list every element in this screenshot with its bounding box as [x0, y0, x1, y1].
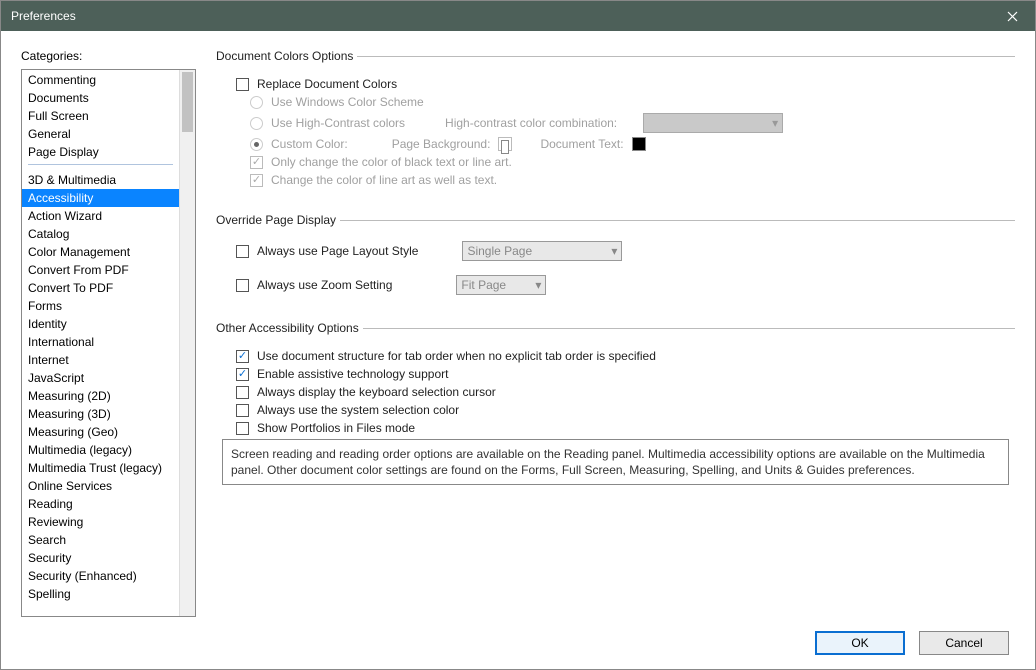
swatch-doc-text: [632, 137, 646, 151]
category-item[interactable]: 3D & Multimedia: [22, 171, 179, 189]
category-item[interactable]: Forms: [22, 297, 179, 315]
category-item[interactable]: Convert To PDF: [22, 279, 179, 297]
category-item[interactable]: Multimedia (legacy): [22, 441, 179, 459]
label-hc-combo: High-contrast color combination:: [445, 116, 617, 130]
category-item[interactable]: Catalog: [22, 225, 179, 243]
scrollbar[interactable]: [179, 70, 195, 616]
preferences-dialog: Preferences Categories: CommentingDocume…: [0, 0, 1036, 670]
category-item[interactable]: Commenting: [22, 71, 179, 89]
group-override-page-display: Override Page Display Always use Page La…: [216, 213, 1015, 305]
category-item[interactable]: Reading: [22, 495, 179, 513]
group-other-accessibility: Other Accessibility Options Use document…: [216, 321, 1015, 491]
label-tab-order: Use document structure for tab order whe…: [257, 349, 656, 363]
combo-page-layout-value: Single Page: [467, 244, 532, 258]
close-icon: [1007, 11, 1018, 22]
info-note: Screen reading and reading order options…: [222, 439, 1009, 485]
label-page-layout: Always use Page Layout Style: [257, 244, 418, 258]
dialog-footer: OK Cancel: [1, 617, 1035, 669]
chevron-down-icon: ▾: [772, 116, 778, 130]
label-sys-sel: Always use the system selection color: [257, 403, 459, 417]
label-assistive: Enable assistive technology support: [257, 367, 448, 381]
legend-document-colors: Document Colors Options: [216, 49, 357, 63]
label-custom-color: Custom Color:: [271, 137, 348, 151]
combo-high-contrast: ▾: [643, 113, 783, 133]
categories-label: Categories:: [21, 49, 196, 63]
radio-high-contrast: [250, 117, 263, 130]
category-item[interactable]: Security: [22, 549, 179, 567]
close-button[interactable]: [990, 1, 1035, 31]
category-item[interactable]: General: [22, 125, 179, 143]
swatch-page-bg: [498, 137, 512, 151]
checkbox-sys-sel[interactable]: [236, 404, 249, 417]
category-item[interactable]: Measuring (Geo): [22, 423, 179, 441]
combo-zoom[interactable]: Fit Page ▾: [456, 275, 546, 295]
cancel-button[interactable]: Cancel: [919, 631, 1009, 655]
category-item[interactable]: Online Services: [22, 477, 179, 495]
category-item[interactable]: Security (Enhanced): [22, 567, 179, 585]
titlebar: Preferences: [1, 1, 1035, 31]
category-item[interactable]: Identity: [22, 315, 179, 333]
label-only-black: Only change the color of black text or l…: [271, 155, 512, 169]
ok-button[interactable]: OK: [815, 631, 905, 655]
category-item[interactable]: Spelling: [22, 585, 179, 603]
category-item[interactable]: Convert From PDF: [22, 261, 179, 279]
category-separator: [28, 164, 173, 165]
category-item[interactable]: Reviewing: [22, 513, 179, 531]
chevron-down-icon: ▾: [535, 278, 541, 292]
category-item[interactable]: Search: [22, 531, 179, 549]
checkbox-kb-cursor[interactable]: [236, 386, 249, 399]
categories-listbox[interactable]: CommentingDocumentsFull ScreenGeneralPag…: [21, 69, 196, 617]
label-page-bg: Page Background:: [392, 137, 491, 151]
label-replace-colors: Replace Document Colors: [257, 77, 397, 91]
swatch-page-bg-inner: [501, 140, 509, 154]
radio-custom-color: [250, 138, 263, 151]
combo-zoom-value: Fit Page: [461, 278, 506, 292]
label-doc-text: Document Text:: [540, 137, 623, 151]
category-item[interactable]: Measuring (3D): [22, 405, 179, 423]
window-title: Preferences: [11, 9, 76, 23]
checkbox-zoom[interactable]: [236, 279, 249, 292]
legend-override: Override Page Display: [216, 213, 340, 227]
checkbox-change-lineart: [250, 174, 263, 187]
label-windows-colors: Use Windows Color Scheme: [271, 95, 424, 109]
label-change-lineart: Change the color of line art as well as …: [271, 173, 497, 187]
category-item[interactable]: Measuring (2D): [22, 387, 179, 405]
checkbox-replace-colors[interactable]: [236, 78, 249, 91]
category-item[interactable]: Multimedia Trust (legacy): [22, 459, 179, 477]
label-zoom: Always use Zoom Setting: [257, 278, 392, 292]
category-item[interactable]: Action Wizard: [22, 207, 179, 225]
checkbox-portfolios[interactable]: [236, 422, 249, 435]
category-item[interactable]: International: [22, 333, 179, 351]
checkbox-assistive[interactable]: [236, 368, 249, 381]
checkbox-page-layout[interactable]: [236, 245, 249, 258]
category-item[interactable]: Color Management: [22, 243, 179, 261]
group-document-colors: Document Colors Options Replace Document…: [216, 49, 1015, 197]
category-item[interactable]: Full Screen: [22, 107, 179, 125]
label-high-contrast: Use High-Contrast colors: [271, 116, 405, 130]
checkbox-tab-order[interactable]: [236, 350, 249, 363]
radio-windows-colors: [250, 96, 263, 109]
legend-other: Other Accessibility Options: [216, 321, 363, 335]
label-portfolios: Show Portfolios in Files mode: [257, 421, 415, 435]
category-item[interactable]: Documents: [22, 89, 179, 107]
checkbox-only-black: [250, 156, 263, 169]
chevron-down-icon: ▾: [611, 244, 617, 258]
combo-page-layout[interactable]: Single Page ▾: [462, 241, 622, 261]
category-item[interactable]: Page Display: [22, 143, 179, 161]
category-item[interactable]: Internet: [22, 351, 179, 369]
category-item[interactable]: Accessibility: [22, 189, 179, 207]
category-item[interactable]: JavaScript: [22, 369, 179, 387]
scroll-thumb[interactable]: [182, 72, 193, 132]
label-kb-cursor: Always display the keyboard selection cu…: [257, 385, 496, 399]
